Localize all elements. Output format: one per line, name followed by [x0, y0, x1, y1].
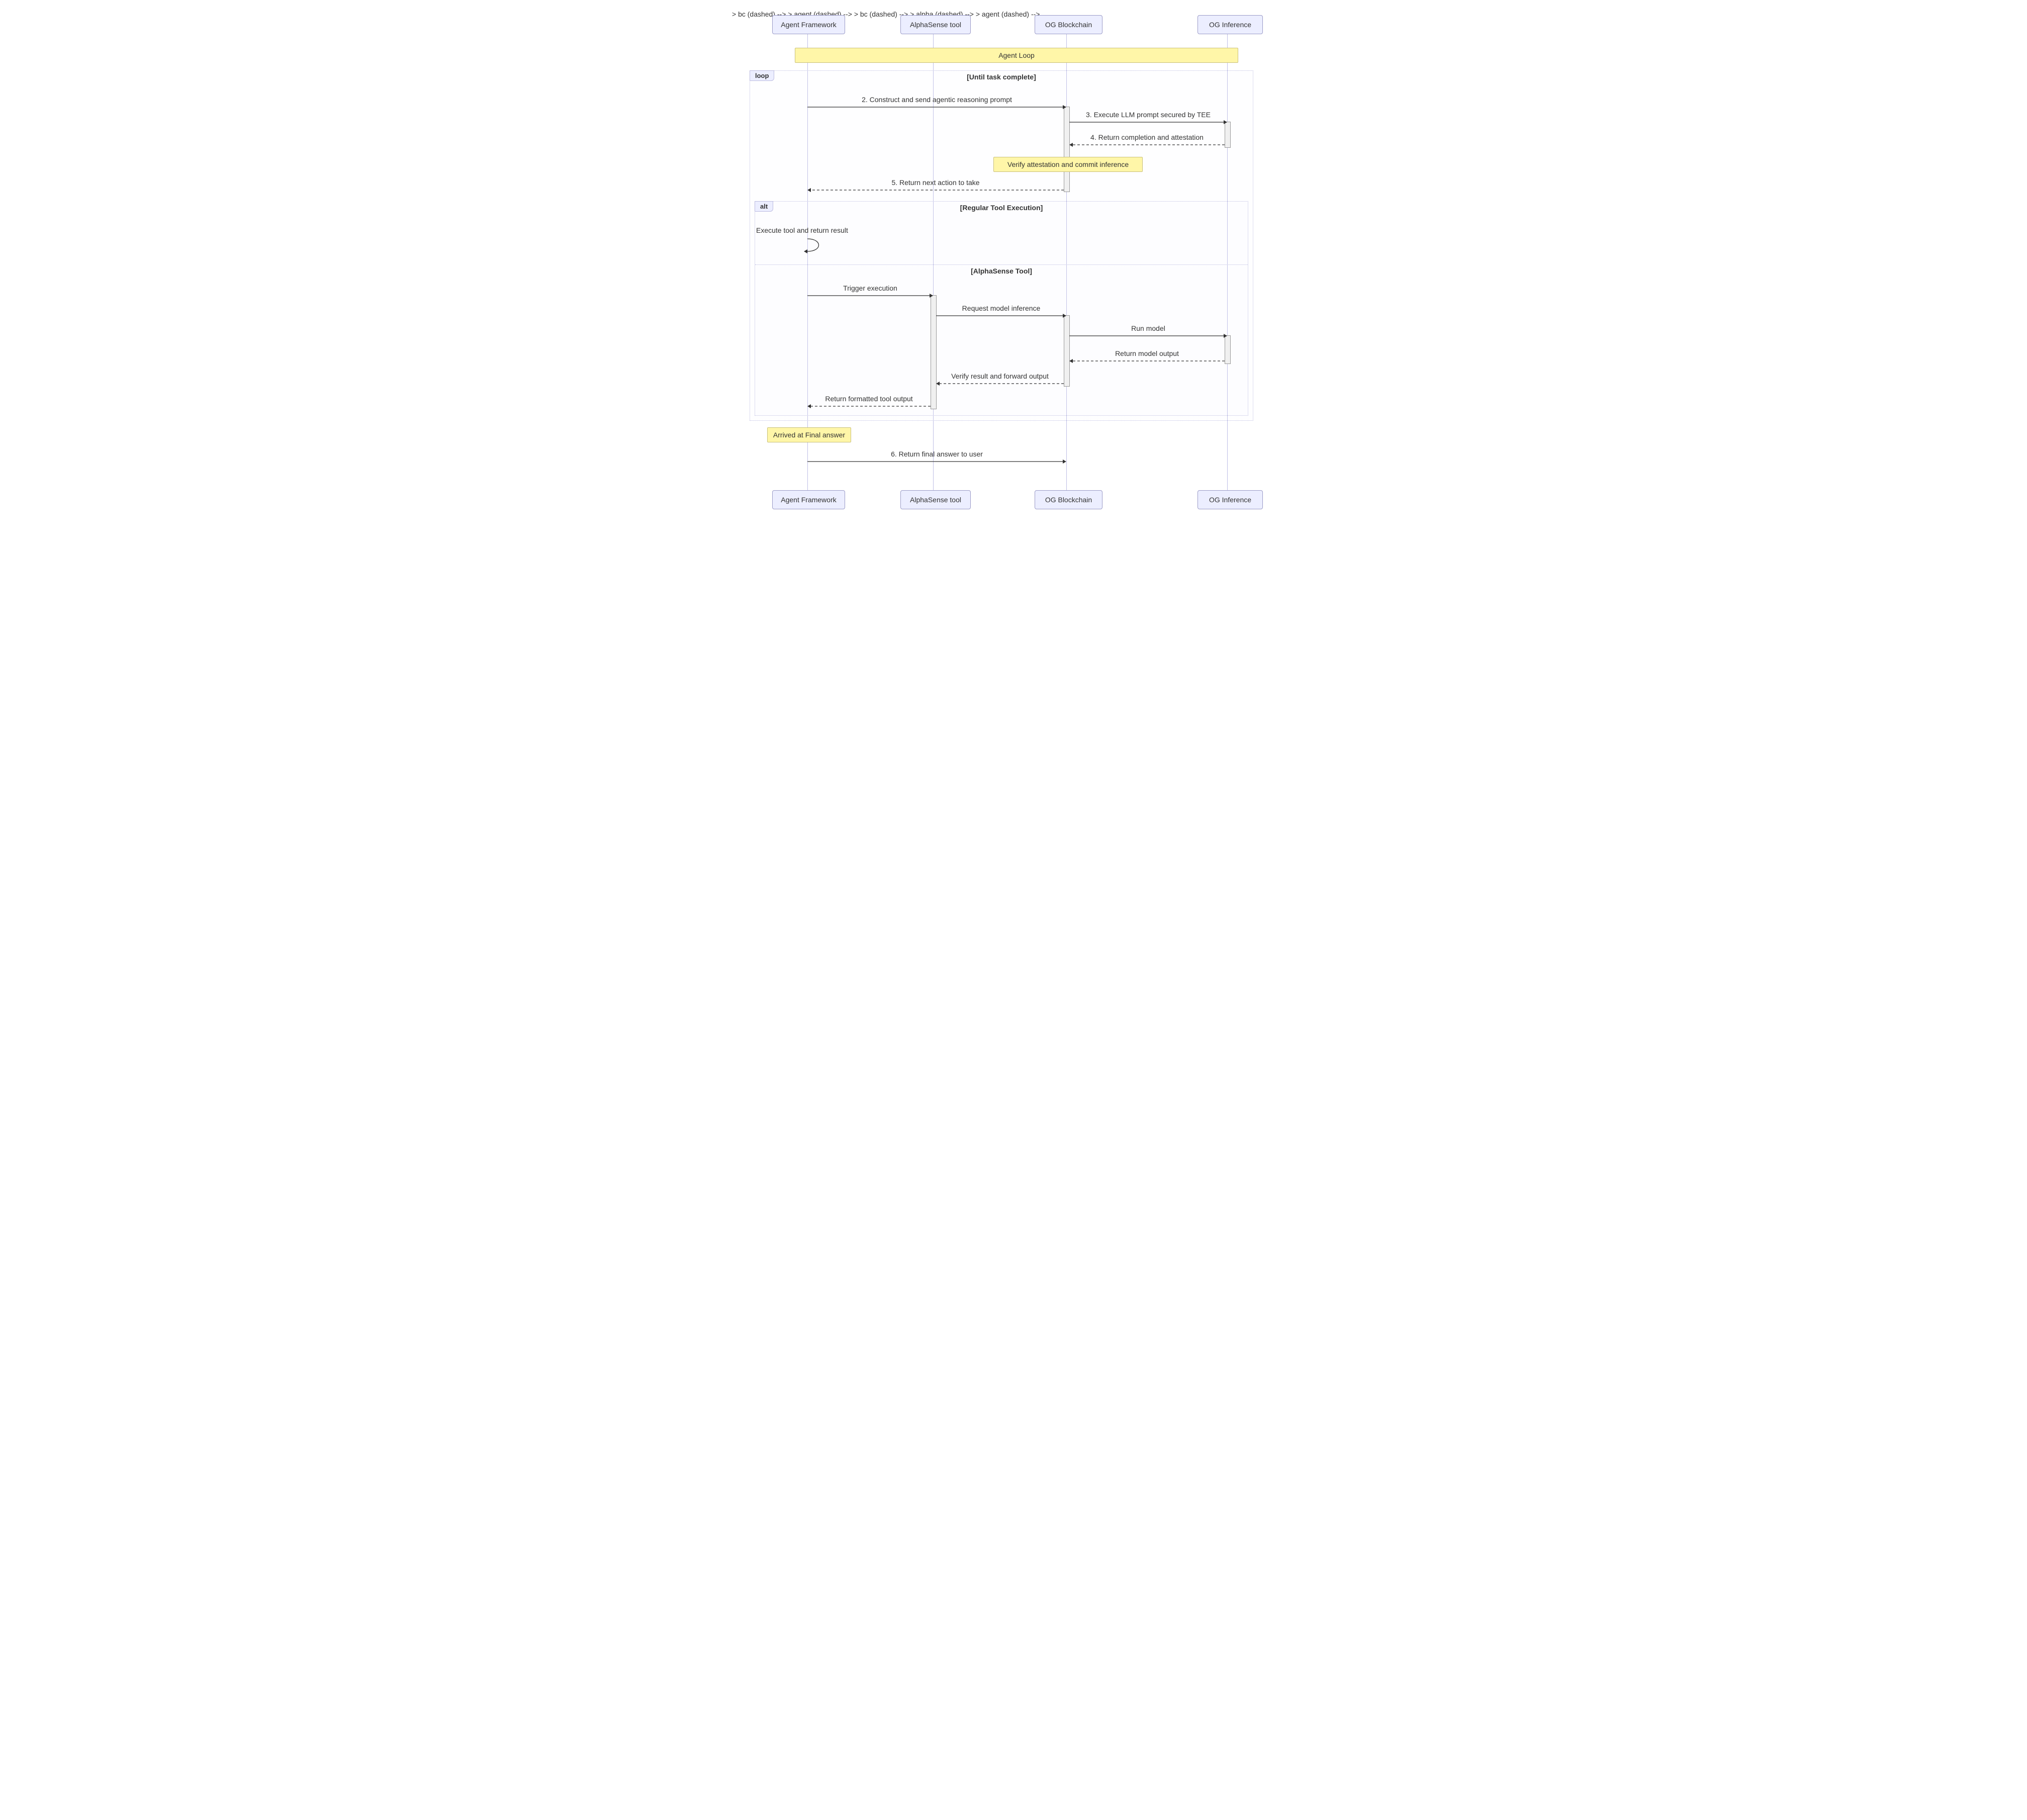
selfloop-label: Execute tool and return result: [756, 226, 848, 234]
note-text: Arrived at Final answer: [773, 431, 845, 439]
msg-label: 6. Return final answer to user: [807, 450, 1066, 458]
actor-label: AlphaSense tool: [910, 496, 961, 504]
actor-alpha-bottom: AlphaSense tool: [900, 490, 971, 509]
fragment-alt-title: [Regular Tool Execution]: [755, 204, 1248, 212]
actor-label: OG Blockchain: [1045, 496, 1092, 504]
msg-label: Verify result and forward output: [936, 372, 1064, 380]
msg-return-tool-output: Return formatted tool output: [807, 395, 931, 416]
actor-label: Agent Framework: [781, 21, 836, 29]
note-text: Verify attestation and commit inference: [1007, 160, 1129, 168]
note-agent-loop: Agent Loop: [795, 48, 1238, 63]
msg-label: Trigger execution: [807, 284, 933, 292]
msg-return-model-output: Return model output: [1069, 349, 1225, 371]
msg-construct-prompt: 2. Construct and send agentic reasoning …: [807, 96, 1066, 117]
actor-agent-bottom: Agent Framework: [772, 490, 845, 509]
msg-run-model: Run model: [1069, 324, 1227, 345]
msg-return-final: 6. Return final answer to user: [807, 450, 1066, 471]
msg-label: Run model: [1069, 324, 1227, 332]
actor-bc-bottom: OG Blockchain: [1035, 490, 1102, 509]
msg-label: 3. Execute LLM prompt secured by TEE: [1069, 111, 1227, 119]
actor-label: AlphaSense tool: [910, 21, 961, 29]
actor-label: Agent Framework: [781, 496, 836, 504]
msg-req-inference: Request model inference: [936, 304, 1066, 325]
msg-label: Return formatted tool output: [807, 395, 931, 403]
msg-trigger: Trigger execution: [807, 284, 933, 305]
actor-alpha-top: AlphaSense tool: [900, 15, 971, 34]
fragment-loop-title: [Until task complete]: [750, 73, 1253, 81]
actor-label: OG Inference: [1209, 496, 1251, 504]
actor-inf-bottom: OG Inference: [1197, 490, 1263, 509]
msg-exec-llm: 3. Execute LLM prompt secured by TEE: [1069, 111, 1227, 132]
note-verify: Verify attestation and commit inference: [993, 157, 1143, 172]
fragment-alt-divider: [755, 264, 1248, 265]
msg-label: 4. Return completion and attestation: [1069, 133, 1225, 141]
actor-label: OG Inference: [1209, 21, 1251, 29]
actor-agent-top: Agent Framework: [772, 15, 845, 34]
msg-verify-forward: Verify result and forward output: [936, 372, 1064, 393]
sequence-diagram: Agent Framework AlphaSense tool OG Block…: [732, 10, 1295, 518]
msg-label: 5. Return next action to take: [807, 178, 1064, 187]
msg-label: Request model inference: [936, 304, 1066, 312]
note-text: Agent Loop: [998, 51, 1035, 59]
msg-label: Return model output: [1069, 349, 1225, 357]
note-final-answer: Arrived at Final answer: [767, 427, 851, 442]
actor-inf-top: OG Inference: [1197, 15, 1263, 34]
msg-return-action: 5. Return next action to take: [807, 178, 1064, 200]
selfloop-arrow: [795, 236, 825, 256]
actor-label: OG Blockchain: [1045, 21, 1092, 29]
msg-return-completion: 4. Return completion and attestation: [1069, 133, 1225, 154]
msg-label: 2. Construct and send agentic reasoning …: [807, 96, 1066, 104]
actor-bc-top: OG Blockchain: [1035, 15, 1102, 34]
fragment-alt-subtitle: [AlphaSense Tool]: [755, 267, 1248, 275]
